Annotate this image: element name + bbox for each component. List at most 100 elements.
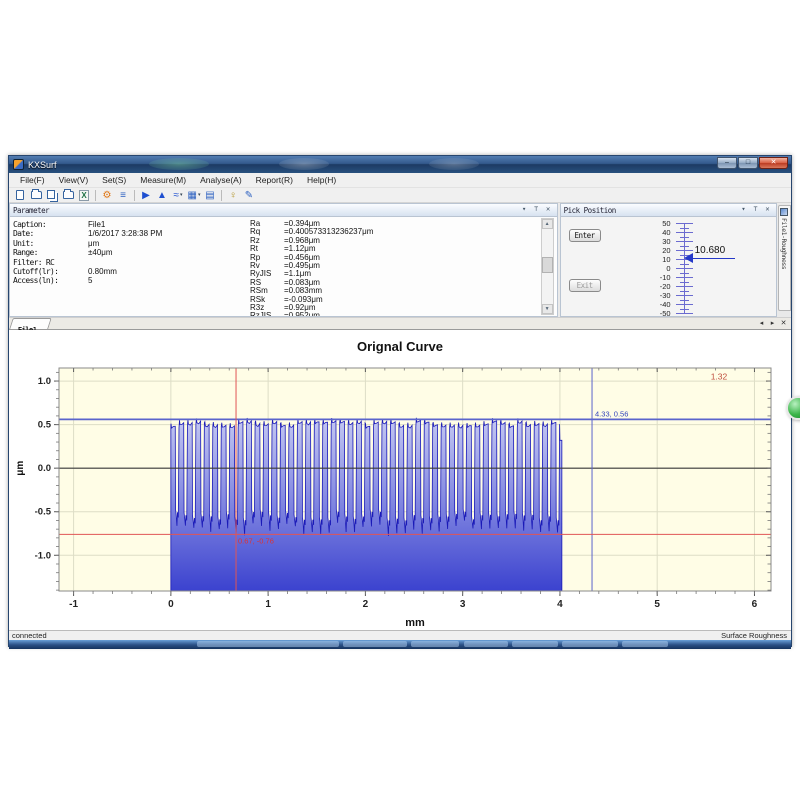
start-measure-icon[interactable]: ▶ <box>139 189 153 202</box>
result-row-Rp: Rp=0.456μm <box>250 253 500 261</box>
parameter-fields: Caption:File1Date:1/6/2017 3:28:38 PMUni… <box>10 220 250 286</box>
save-file-icon[interactable] <box>61 189 75 202</box>
taskbar-reflection <box>197 641 339 647</box>
panel-dropdown-icon[interactable]: ▾ <box>738 205 749 215</box>
parameter-field-row: Caption:File1 <box>10 220 250 229</box>
menu-bar: File(F)View(V)Set(S)Measure(M)Analyse(A)… <box>9 173 791 188</box>
app-window: KXSurf – □ ✕ File(F)View(V)Set(S)Measure… <box>8 155 792 647</box>
parameter-field-row: Filter: RC <box>10 258 250 267</box>
window-title: KXSurf <box>28 160 57 170</box>
result-row-Rq: Rq=0.400573313236237μm <box>250 227 500 235</box>
svg-text:-0.5: -0.5 <box>35 507 52 518</box>
title-bar[interactable]: KXSurf – □ ✕ <box>9 156 791 173</box>
tab-close-icon[interactable]: ✕ <box>778 319 789 329</box>
probe-position-icon[interactable]: ♀ <box>226 189 240 202</box>
parameter-panel-header[interactable]: Parameter ▾ ⊤ ✕ <box>10 204 557 217</box>
ruler-tick-label: -50 <box>641 309 671 316</box>
app-icon <box>13 159 24 170</box>
dropdown-arrow-icon[interactable]: ▾ <box>198 189 201 202</box>
result-row-RS: RS=0.083μm <box>250 278 500 286</box>
connection-status: connected <box>12 631 47 640</box>
result-row-RSm: RSm=0.083mm <box>250 286 500 294</box>
ruler-tick-label: -10 <box>641 273 671 282</box>
copy-icon[interactable] <box>45 189 59 202</box>
result-row-RSk: RSk=-0.093μm <box>250 295 500 303</box>
panel-pin-icon[interactable]: ⊤ <box>750 205 761 215</box>
ruler-tick-label: -20 <box>641 282 671 291</box>
close-button[interactable]: ✕ <box>759 157 788 169</box>
taskbar-reflection <box>343 641 407 647</box>
menu-item-view[interactable]: View(V) <box>52 174 96 186</box>
ruler-tick <box>680 282 689 283</box>
pick-position-ruler[interactable]: -50-40-30-20-100102030405010.680 <box>561 217 776 316</box>
parameter-results: Ra=0.394μmRq=0.400573313236237μmRz=0.968… <box>250 219 500 316</box>
titlebar-reflection <box>149 158 209 170</box>
ruler-tick <box>680 273 689 274</box>
curve-menu-icon[interactable]: ≈▾ <box>171 189 185 202</box>
svg-text:mm: mm <box>405 617 425 629</box>
ruler-pointer-arrow-icon[interactable] <box>684 253 693 263</box>
pick-position-panel: Pick Position ▾ ⊤ ✕ Enter Exit -50-40-30… <box>560 203 777 317</box>
ruler-tick-label: 20 <box>641 246 671 255</box>
ruler-pointer-line <box>693 258 735 259</box>
svg-text:0.67, -0.76: 0.67, -0.76 <box>238 536 274 545</box>
ruler-tick-label: 30 <box>641 237 671 246</box>
titlebar-reflection <box>279 158 329 170</box>
roughness-profile-chart[interactable]: 4.33, 0.560.67, -0.761.32-101234561.00.5… <box>9 357 791 631</box>
svg-text:3: 3 <box>460 599 466 610</box>
report-view-icon[interactable]: ▤ <box>203 189 217 202</box>
pick-position-header[interactable]: Pick Position ▾ ⊤ ✕ <box>561 204 776 217</box>
settings-gear-icon[interactable]: ⚙ <box>100 189 114 202</box>
mode-status: Surface Roughness <box>721 631 787 640</box>
ruler-tick-label: 10 <box>641 255 671 264</box>
minimize-button[interactable]: – <box>717 157 737 169</box>
chart-area: Orignal Curve 4.33, 0.560.67, -0.761.32-… <box>9 330 791 630</box>
taskbar-reflection <box>411 641 459 647</box>
export-excel-icon[interactable]: X <box>77 189 91 202</box>
menu-item-set[interactable]: Set(S) <box>95 174 133 186</box>
tab-file1[interactable]: File1 <box>9 318 51 329</box>
svg-text:5: 5 <box>654 599 660 610</box>
ruler-tick <box>680 264 689 265</box>
svg-text:1: 1 <box>265 599 271 610</box>
taskbar-reflection <box>622 641 668 647</box>
parameter-panel-title: Parameter <box>13 206 518 215</box>
dropdown-arrow-icon[interactable]: ▾ <box>180 189 183 202</box>
new-file-icon[interactable] <box>13 189 27 202</box>
side-tab-file1-roughness[interactable]: File1-Roughness <box>778 205 791 311</box>
ruler-tick <box>676 295 693 296</box>
menu-item-file[interactable]: File(F) <box>13 174 52 186</box>
panel-close-icon[interactable]: ✕ <box>762 205 773 215</box>
calibrate-pen-icon[interactable]: ✎ <box>242 189 256 202</box>
tab-prev-icon[interactable]: ◂ <box>756 319 767 329</box>
ruler-tick <box>680 246 689 247</box>
taskbar-reflection <box>512 641 558 647</box>
parameter-field-row: Cutoff(lr):0.80mm <box>10 267 250 276</box>
lift-probe-icon[interactable]: ▲ <box>155 189 169 202</box>
ruler-tick <box>676 313 693 314</box>
menu-item-help[interactable]: Help(H) <box>300 174 343 186</box>
roughness-doc-icon <box>780 208 788 216</box>
menu-item-measure[interactable]: Measure(M) <box>133 174 193 186</box>
maximize-button[interactable]: □ <box>738 157 758 169</box>
menu-item-analyse[interactable]: Analyse(A) <box>193 174 249 186</box>
svg-text:μm: μm <box>15 461 26 476</box>
tab-next-icon[interactable]: ▸ <box>767 319 778 329</box>
scroll-down-icon[interactable]: ▼ <box>542 304 553 314</box>
open-file-icon[interactable] <box>29 189 43 202</box>
panel-dropdown-icon[interactable]: ▾ <box>519 205 530 215</box>
status-bar: connected Surface Roughness <box>9 630 791 640</box>
ruler-tick <box>680 237 689 238</box>
parameter-scrollbar[interactable]: ▲ ▼ <box>541 218 554 315</box>
panel-close-icon[interactable]: ✕ <box>543 205 554 215</box>
ruler-tick <box>676 250 693 251</box>
scroll-up-icon[interactable]: ▲ <box>542 219 553 229</box>
parameter-list-icon[interactable]: ≡ <box>116 189 130 202</box>
panel-pin-icon[interactable]: ⊤ <box>531 205 542 215</box>
ruler-tick <box>676 268 693 269</box>
grid-menu-icon[interactable]: ▦▾ <box>187 189 201 202</box>
ruler-tick <box>676 241 693 242</box>
scrollbar-thumb[interactable] <box>542 257 553 273</box>
menu-item-report[interactable]: Report(R) <box>249 174 300 186</box>
svg-text:4: 4 <box>557 599 563 610</box>
